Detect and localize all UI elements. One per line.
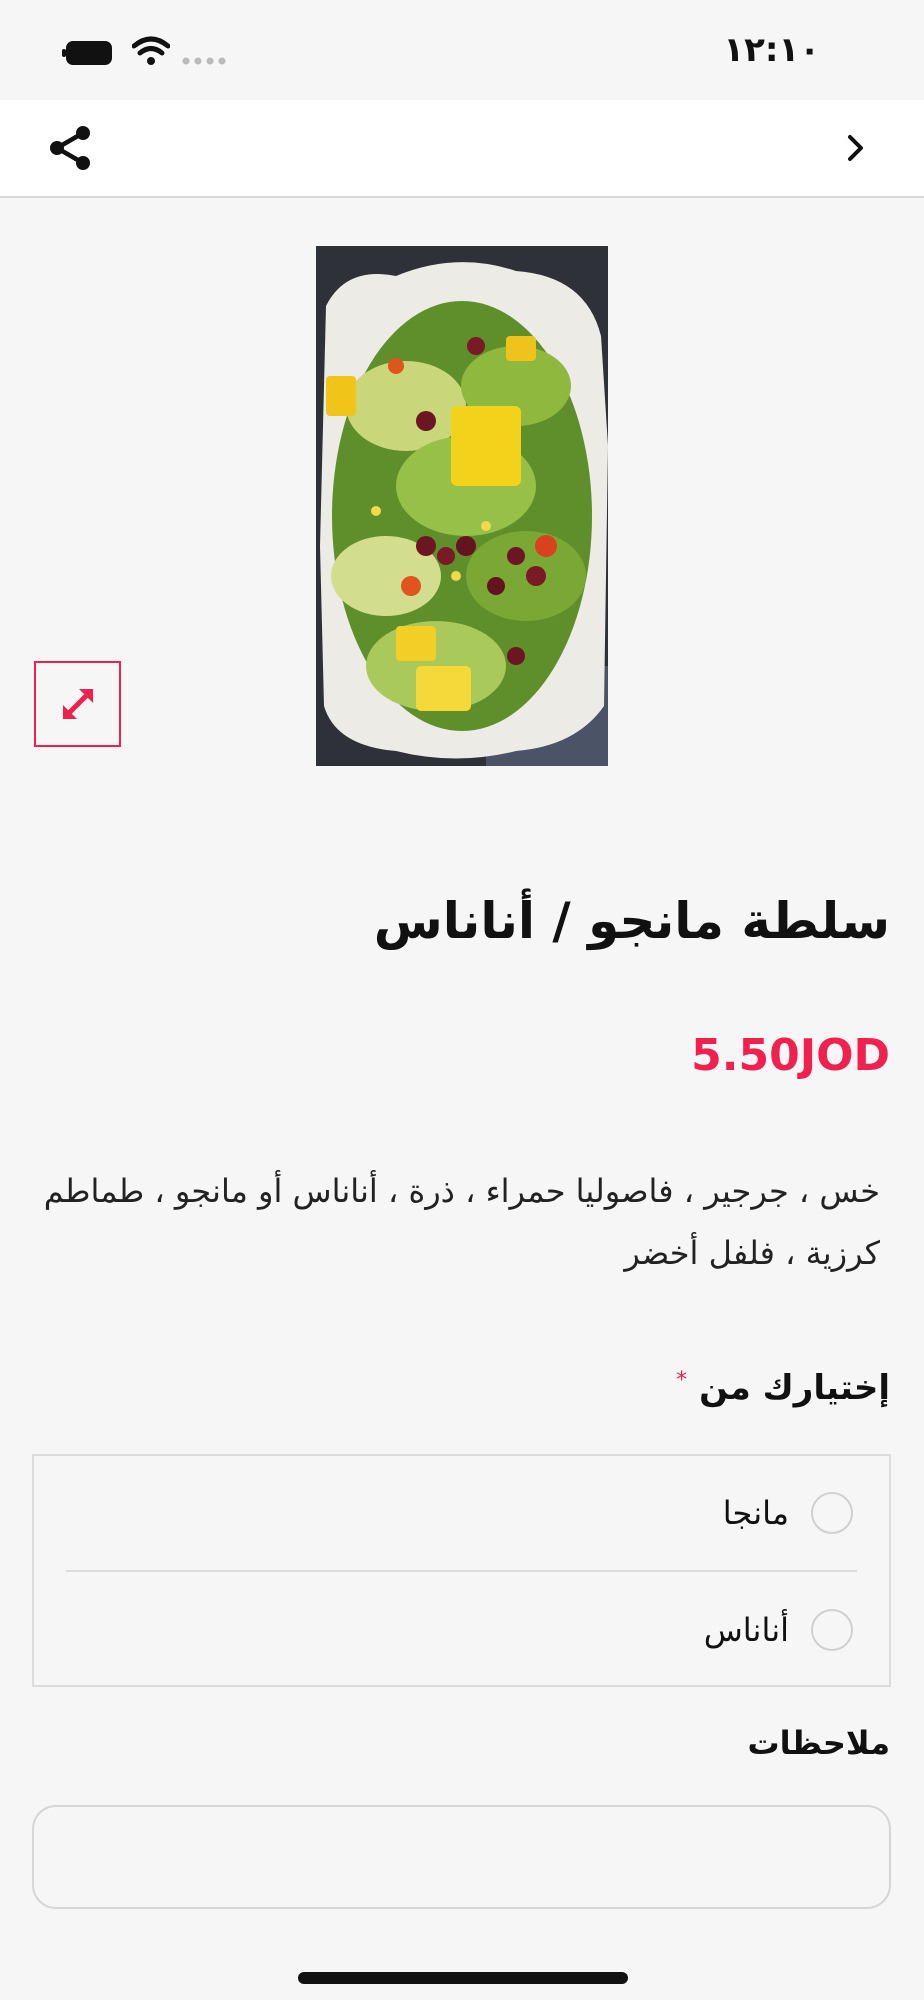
battery-icon xyxy=(62,41,112,65)
notes-input[interactable] xyxy=(32,1805,891,1909)
chevron-right-icon xyxy=(848,135,863,161)
signal-icon xyxy=(182,57,226,65)
product-description: خس ، جرجير ، فاصوليا حمراء ، ذرة ، أنانا… xyxy=(43,1172,880,1272)
wifi-icon xyxy=(132,36,170,65)
expand-icon xyxy=(62,689,93,719)
product-image[interactable] xyxy=(316,246,608,766)
notes-label: ملاحظات xyxy=(747,1724,890,1762)
option-label: أناناس xyxy=(703,1611,789,1649)
product-price: 5.50JOD xyxy=(691,1030,890,1081)
option-pineapple[interactable]: أناناس xyxy=(66,1572,857,1688)
status-time: ١٢:١٠ xyxy=(723,30,820,70)
required-indicator: * xyxy=(676,1368,688,1393)
radio-button[interactable] xyxy=(811,1492,853,1534)
radio-button[interactable] xyxy=(811,1609,853,1651)
expand-image-button[interactable] xyxy=(34,661,121,747)
salad-photo xyxy=(316,246,608,766)
options-list: مانجا أناناس xyxy=(32,1454,891,1687)
share-icon xyxy=(50,126,90,170)
product-title: سلطة مانجو / أناناس xyxy=(373,892,890,950)
share-button[interactable] xyxy=(44,122,96,174)
back-button[interactable] xyxy=(832,124,880,172)
option-mango[interactable]: مانجا xyxy=(66,1456,857,1572)
choice-label-text: إختيارك من xyxy=(699,1368,890,1408)
choice-section-label: إختيارك من * xyxy=(676,1368,890,1408)
nav-bar xyxy=(0,100,924,198)
option-label: مانجا xyxy=(722,1494,789,1532)
status-bar: ١٢:١٠ xyxy=(0,0,924,100)
home-indicator[interactable] xyxy=(298,1972,628,1984)
